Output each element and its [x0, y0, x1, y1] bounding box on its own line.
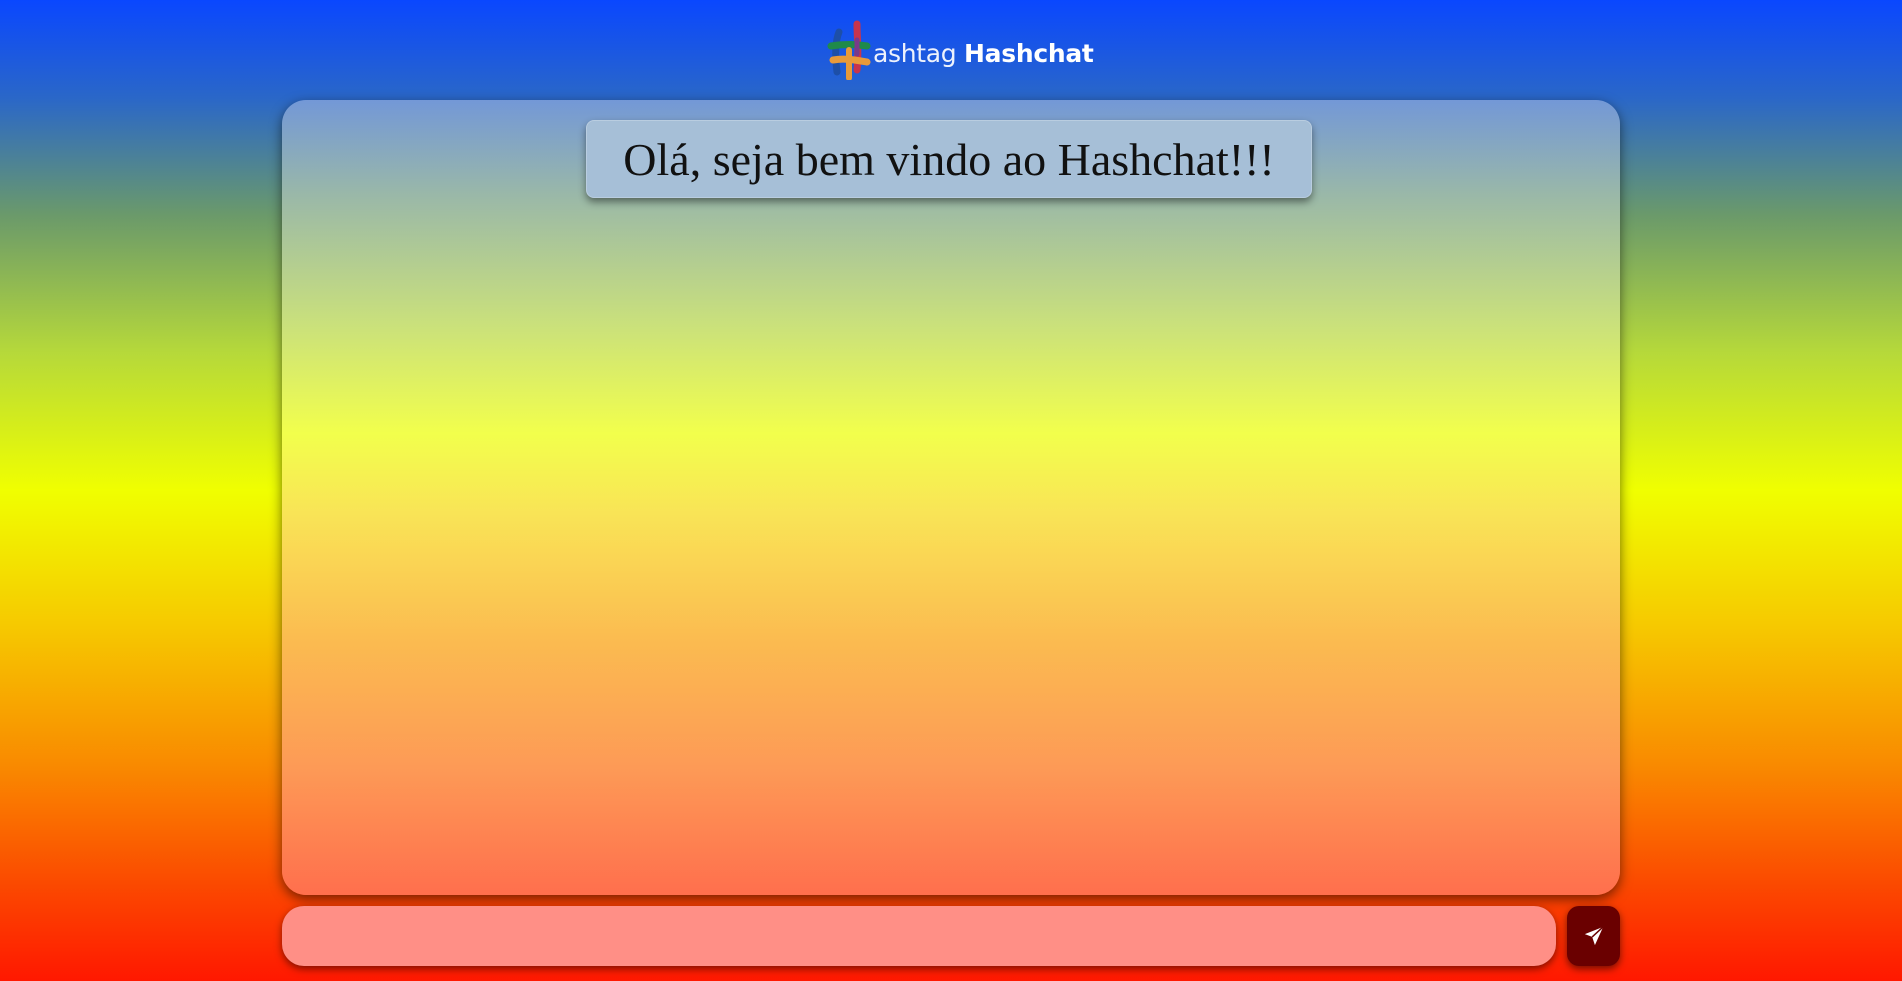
- welcome-message: Olá, seja bem vindo ao Hashchat!!!: [586, 120, 1312, 198]
- hashtag-logo-icon: [827, 20, 871, 80]
- logo-text-hashtag: ashtag: [873, 38, 957, 68]
- logo-text: ashtag Hashchat: [873, 39, 1094, 68]
- message-input[interactable]: [282, 906, 1556, 966]
- send-button[interactable]: [1567, 906, 1620, 966]
- hashtag-hashchat-logo: ashtag Hashchat: [827, 20, 1094, 80]
- paper-plane-icon: [1584, 926, 1604, 946]
- chat-messages-panel[interactable]: Olá, seja bem vindo ao Hashchat!!!: [282, 100, 1620, 895]
- logo-text-hashchat: Hashchat: [964, 38, 1094, 68]
